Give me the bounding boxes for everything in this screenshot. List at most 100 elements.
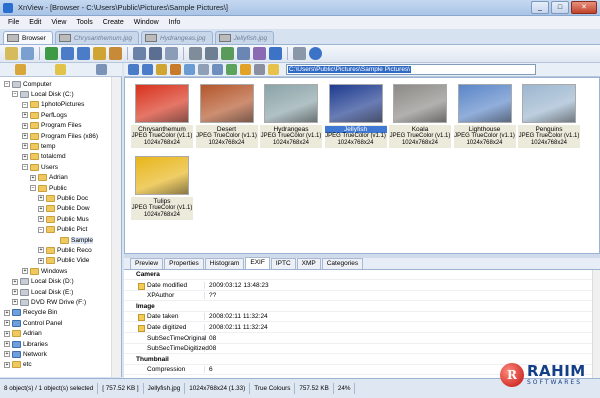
minimize-button[interactable]: _ bbox=[531, 1, 549, 14]
print-icon[interactable] bbox=[189, 47, 202, 60]
expand-toggle[interactable]: + bbox=[4, 309, 10, 316]
favorites-icon[interactable] bbox=[55, 64, 67, 75]
email-icon[interactable] bbox=[269, 47, 282, 60]
tree-item[interactable]: + Program Files (x86) bbox=[22, 131, 98, 141]
view-icon[interactable] bbox=[133, 47, 146, 60]
tree-item[interactable]: + Local Disk (D:) bbox=[12, 277, 74, 287]
tree-scrollbar[interactable] bbox=[111, 77, 121, 377]
tab-image[interactable]: Hydrangeas.jpg bbox=[141, 31, 213, 44]
expand-toggle[interactable]: − bbox=[4, 81, 10, 87]
tab-image[interactable]: Jellyfish.jpg bbox=[214, 31, 275, 44]
path-input[interactable]: C:\Users\Public\Pictures\Sample Pictures… bbox=[286, 64, 536, 75]
thumbnail-item[interactable]: Penguins JPEG TrueColor (v1.1) 1024x768x24 bbox=[518, 80, 580, 148]
expand-toggle[interactable]: − bbox=[22, 101, 28, 108]
expand-toggle[interactable]: − bbox=[38, 226, 44, 233]
tree-item[interactable]: + Public Vide bbox=[38, 256, 89, 266]
forward-icon[interactable] bbox=[77, 47, 90, 60]
expand-toggle[interactable]: + bbox=[4, 330, 10, 337]
exif-row[interactable]: Date taken 2008:02:11 11:32:24 bbox=[124, 312, 592, 323]
settings-icon[interactable] bbox=[293, 47, 306, 60]
info-icon[interactable] bbox=[309, 47, 322, 60]
tree-item[interactable]: + Windows bbox=[22, 266, 67, 276]
edit-icon[interactable] bbox=[138, 282, 145, 290]
tree-item[interactable]: + Local Disk (E:) bbox=[12, 287, 73, 297]
tree-item[interactable]: Sample bbox=[52, 235, 94, 245]
funnel-icon[interactable] bbox=[240, 64, 251, 75]
tree-item[interactable]: + Program Files bbox=[22, 121, 81, 131]
tree-item[interactable]: + Control Panel bbox=[4, 318, 62, 328]
view-mode-icon[interactable] bbox=[184, 64, 195, 75]
menu-item-info[interactable]: Info bbox=[164, 16, 186, 29]
info-tab-xmp[interactable]: XMP bbox=[296, 258, 321, 269]
menu-item-window[interactable]: Window bbox=[129, 16, 164, 29]
expand-toggle[interactable]: + bbox=[4, 351, 10, 358]
tree-item[interactable]: + Libraries bbox=[4, 339, 48, 349]
tree-item[interactable]: + etc bbox=[4, 360, 32, 370]
tree-item[interactable]: + Public Dow bbox=[38, 204, 90, 214]
tree-item[interactable]: + Adrian bbox=[4, 329, 42, 339]
capture-icon[interactable] bbox=[253, 47, 266, 60]
tree-item[interactable]: + Network bbox=[4, 349, 47, 359]
expand-toggle[interactable]: − bbox=[12, 91, 18, 98]
tree-item[interactable]: − Public Pict bbox=[38, 225, 87, 235]
info-tab-exif[interactable]: EXIF bbox=[245, 257, 270, 269]
forward-icon[interactable] bbox=[142, 64, 153, 75]
expand-toggle[interactable]: + bbox=[38, 205, 44, 212]
star-icon[interactable] bbox=[268, 64, 279, 75]
expand-toggle[interactable]: + bbox=[4, 341, 10, 347]
folder-tree[interactable]: − Computer − Local Disk (C:) −1photoPictures… bbox=[0, 77, 122, 377]
expand-toggle[interactable]: + bbox=[30, 174, 36, 181]
tree-item[interactable]: + Recycle Bin bbox=[4, 308, 57, 318]
tree-item[interactable]: + Public Mus bbox=[38, 214, 89, 224]
expand-toggle[interactable]: + bbox=[12, 289, 18, 295]
info-tab-preview[interactable]: Preview bbox=[130, 258, 164, 269]
thumbnail-item[interactable]: Koala JPEG TrueColor (v1.1) 1024x768x24 bbox=[389, 80, 451, 148]
expand-toggle[interactable]: + bbox=[38, 195, 44, 202]
menu-item-edit[interactable]: Edit bbox=[24, 16, 46, 29]
folder-up-icon[interactable] bbox=[156, 64, 167, 75]
tag-icon[interactable] bbox=[226, 64, 237, 75]
menu-item-tools[interactable]: Tools bbox=[71, 16, 97, 29]
info-tab-properties[interactable]: Properties bbox=[164, 258, 204, 269]
thumbnail-item[interactable]: Jellyfish JPEG TrueColor (v1.1) 1024x768x2… bbox=[324, 80, 387, 148]
fullscreen-icon[interactable] bbox=[149, 47, 162, 60]
info-tab-histogram[interactable]: Histogram bbox=[204, 258, 245, 269]
tree-item[interactable]: + DVD RW Drive (F:) bbox=[12, 297, 86, 307]
back-icon[interactable] bbox=[61, 47, 74, 60]
info-tab-iptc[interactable]: IPTC bbox=[270, 258, 296, 269]
info-tab-categories[interactable]: Categories bbox=[321, 258, 364, 269]
tree-item[interactable]: − Computer bbox=[4, 79, 52, 89]
close-button[interactable]: ✕ bbox=[571, 1, 597, 14]
tree-item[interactable]: + temp bbox=[22, 141, 55, 151]
rename-icon[interactable] bbox=[237, 47, 250, 60]
slideshow-icon[interactable] bbox=[165, 47, 178, 60]
convert-icon[interactable] bbox=[221, 47, 234, 60]
expand-toggle[interactable]: + bbox=[12, 278, 18, 285]
thumbnail-size-icon[interactable] bbox=[198, 64, 209, 75]
bookmark-icon[interactable] bbox=[109, 47, 122, 60]
exif-row[interactable]: Date digitized 2008:02:11 11:32:24 bbox=[124, 323, 592, 333]
scanner-icon[interactable] bbox=[205, 47, 218, 60]
menu-item-view[interactable]: View bbox=[46, 16, 71, 29]
expand-toggle[interactable]: + bbox=[4, 361, 10, 368]
thumbnail-item[interactable]: Tulips JPEG TrueColor (v1.1) 1024x768x24 bbox=[131, 152, 193, 220]
expand-toggle[interactable]: + bbox=[22, 133, 28, 139]
thumbnail-item[interactable]: Desert JPEG TrueColor (v1.1) 1024x768x24 bbox=[195, 80, 258, 148]
menu-item-create[interactable]: Create bbox=[98, 16, 129, 29]
folders-icon[interactable] bbox=[14, 64, 26, 75]
expand-toggle[interactable]: + bbox=[22, 153, 28, 160]
edit-icon[interactable] bbox=[138, 325, 145, 332]
maximize-button[interactable]: □ bbox=[551, 1, 569, 14]
expand-toggle[interactable]: + bbox=[4, 320, 10, 327]
tree-item[interactable]: − 1photoPictures bbox=[22, 100, 84, 110]
expand-toggle[interactable]: + bbox=[12, 299, 18, 306]
menu-item-file[interactable]: File bbox=[3, 16, 24, 29]
sort-icon[interactable] bbox=[212, 64, 223, 75]
tools-icon[interactable] bbox=[254, 64, 265, 75]
exif-row[interactable]: Date modified 2009:03:12 13:48:23 bbox=[124, 281, 592, 291]
folder-up-icon[interactable] bbox=[93, 47, 106, 60]
categories-icon[interactable] bbox=[96, 64, 108, 75]
exif-row[interactable]: XPAuthor?? bbox=[124, 291, 592, 302]
refresh-icon[interactable] bbox=[45, 47, 58, 60]
tree-item[interactable]: + Public Doc bbox=[38, 193, 88, 203]
